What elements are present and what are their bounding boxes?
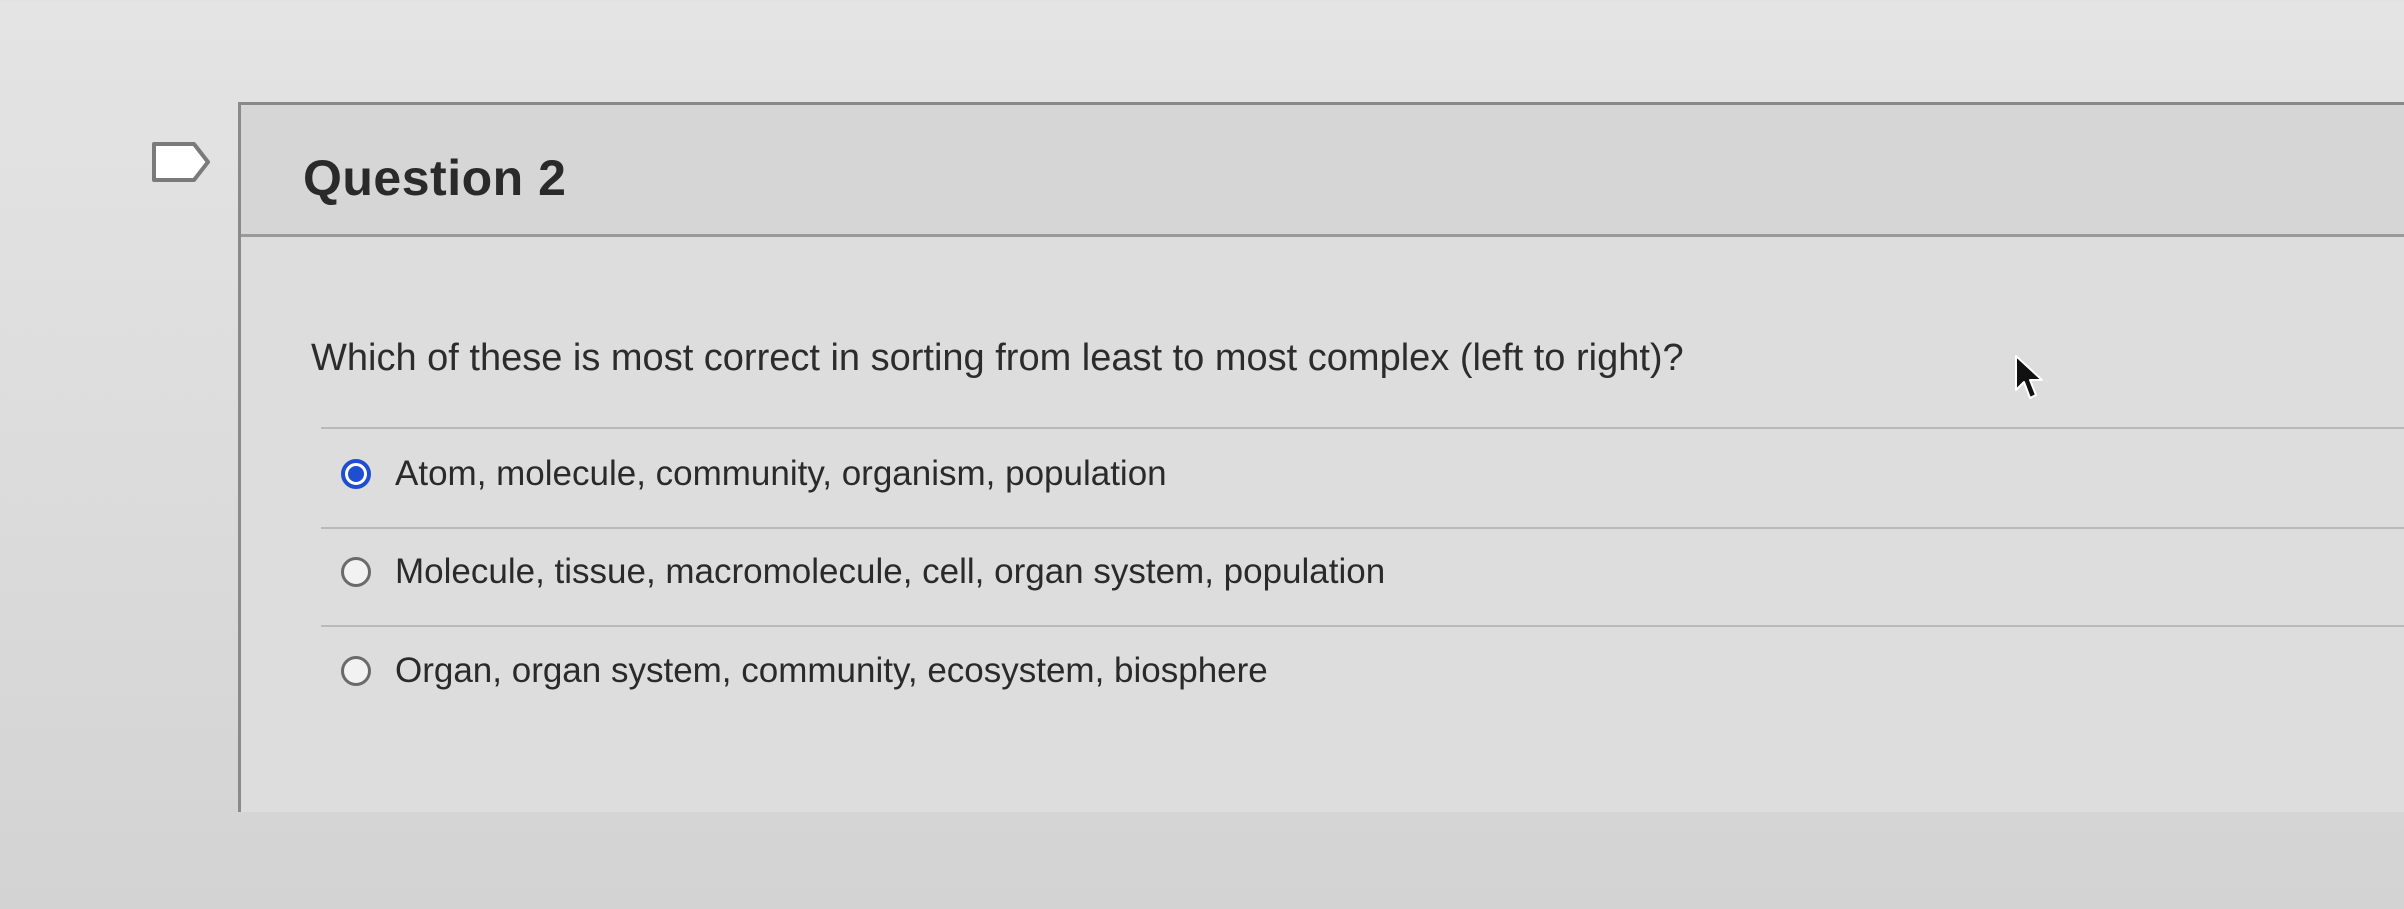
- prompt-divider: [321, 427, 2404, 429]
- quiz-page: Question 2 Which of these is most correc…: [0, 0, 2404, 909]
- answer-label: Organ, organ system, community, ecosyste…: [395, 651, 1268, 690]
- answer-label: Atom, molecule, community, organism, pop…: [395, 454, 1167, 493]
- answer-option-1[interactable]: Atom, molecule, community, organism, pop…: [341, 444, 1167, 504]
- answer-option-2[interactable]: Molecule, tissue, macromolecule, cell, o…: [341, 542, 1385, 602]
- radio-unselected-icon[interactable]: [341, 656, 371, 686]
- radio-selected-icon[interactable]: [341, 459, 371, 489]
- answer-divider: [321, 527, 2404, 529]
- question-header: Question 2: [241, 105, 2404, 237]
- question-card: Question 2 Which of these is most correc…: [238, 102, 2404, 812]
- question-body: Which of these is most correct in sortin…: [241, 237, 2404, 812]
- question-prompt: Which of these is most correct in sortin…: [311, 337, 1684, 379]
- answer-label: Molecule, tissue, macromolecule, cell, o…: [395, 552, 1386, 591]
- mouse-pointer-icon: [2012, 354, 2046, 402]
- flag-question-icon[interactable]: [150, 140, 212, 184]
- answer-divider: [321, 625, 2404, 627]
- radio-unselected-icon[interactable]: [341, 557, 371, 587]
- question-title: Question 2: [303, 150, 567, 206]
- answer-option-3[interactable]: Organ, organ system, community, ecosyste…: [341, 641, 1268, 701]
